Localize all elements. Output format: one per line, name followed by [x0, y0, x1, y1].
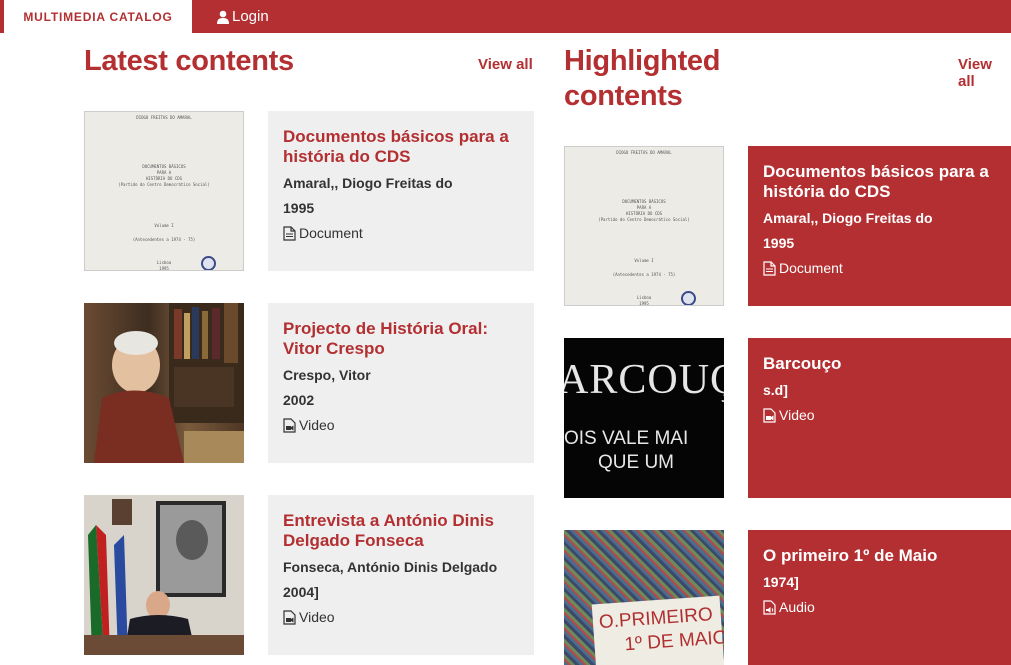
item-type: Audio: [763, 599, 996, 615]
login-label: Login: [232, 8, 269, 25]
item-year: 1995: [283, 200, 315, 216]
doc-cover-header: DIOGO FREITAS DO AMARAL: [136, 115, 192, 120]
item-type-label: Document: [779, 260, 843, 276]
banner-image: O.PRIMEIRO 1º DE MAIO: [591, 595, 724, 665]
doc-cover-year: 1995: [639, 301, 649, 306]
video-still-title: ARCOUÇ: [564, 357, 724, 403]
doc-cover-year: 1995: [159, 266, 169, 271]
latest-item-1-thumbnail[interactable]: DIOGO FREITAS DO AMARAL DOCUMENTOS BÁSIC…: [84, 111, 244, 271]
highlighted-view-all-link[interactable]: View all: [958, 56, 1011, 90]
doc-cover-title-1: DOCUMENTOS BÁSICOS: [622, 199, 666, 204]
item-type-label: Document: [299, 225, 363, 241]
item-type: Document: [283, 225, 519, 241]
item-type: Video: [283, 417, 519, 433]
item-type: Video: [283, 609, 519, 625]
login-link[interactable]: Login: [216, 0, 269, 33]
highlighted-contents-heading: Highlighted contents: [564, 44, 720, 114]
document-cover-image: DIOGO FREITAS DO AMARAL DOCUMENTOS BÁSIC…: [85, 112, 243, 270]
item-author: Amaral,, Diogo Freitas do: [763, 210, 933, 226]
document-cover-image: DIOGO FREITAS DO AMARAL DOCUMENTOS BÁSIC…: [565, 147, 723, 305]
item-author: Amaral,, Diogo Freitas do: [283, 175, 453, 191]
highlighted-item-3-thumbnail[interactable]: O.PRIMEIRO 1º DE MAIO: [564, 530, 724, 665]
highlighted-item-3-card[interactable]: O primeiro 1º de Maio 1974] Audio: [748, 530, 1011, 665]
item-type-label: Video: [299, 417, 335, 433]
latest-item-1-card[interactable]: Documentos básicos para a história do CD…: [268, 111, 534, 271]
doc-cover-title-3: HISTÓRIA DO CDS: [625, 211, 663, 216]
latest-item-2-card[interactable]: Projecto de História Oral: Vitor Crespo …: [268, 303, 534, 463]
document-icon: [763, 260, 776, 276]
doc-cover-title-2: PARA A: [636, 205, 652, 210]
item-type: Video: [763, 407, 996, 423]
latest-view-all-link[interactable]: View all: [478, 56, 533, 73]
latest-item-3-thumbnail[interactable]: [84, 495, 244, 655]
seal-icon: [681, 291, 696, 305]
doc-cover-place: Lisboa: [156, 260, 172, 265]
item-title[interactable]: Projecto de História Oral: Vitor Crespo: [283, 319, 519, 359]
video-file-icon: [283, 417, 296, 433]
doc-cover-title-1: DOCUMENTOS BÁSICOS: [142, 164, 186, 169]
doc-cover-header: DIOGO FREITAS DO AMARAL: [616, 150, 672, 155]
item-title[interactable]: Documentos básicos para a história do CD…: [283, 127, 519, 167]
item-title[interactable]: Entrevista a António Dinis Delgado Fonse…: [283, 511, 519, 551]
latest-item-2-thumbnail[interactable]: [84, 303, 244, 463]
highlighted-item-2-card[interactable]: Barcouço s.d] Video: [748, 338, 1011, 498]
video-still-caption-2: QUE UM: [598, 452, 674, 473]
doc-cover-title-3: HISTÓRIA DO CDS: [145, 176, 183, 181]
doc-cover-range: (Antecedentes a 1974 - 75): [612, 272, 676, 277]
latest-contents-heading: Latest contents: [84, 45, 294, 77]
document-icon: [283, 225, 296, 241]
item-type-label: Audio: [779, 599, 815, 615]
doc-cover-title-2: PARA A: [156, 170, 172, 175]
latest-item-3-card[interactable]: Entrevista a António Dinis Delgado Fonse…: [268, 495, 534, 655]
item-year: 1974]: [763, 574, 799, 590]
item-author: Crespo, Vitor: [283, 367, 371, 383]
highlighted-item-2-thumbnail[interactable]: ARCOUÇ OIS VALE MAI QUE UM: [564, 338, 724, 498]
video-still-image: [84, 495, 244, 655]
doc-cover-volume: Volume I: [154, 223, 174, 228]
item-title[interactable]: Documentos básicos para a história do CD…: [763, 162, 996, 202]
doc-cover-subtitle: (Partido do Centro Democrático Social): [598, 217, 690, 222]
video-still-image: [94, 303, 244, 463]
video-file-icon: [283, 609, 296, 625]
item-type-label: Video: [779, 407, 815, 423]
top-navbar: MULTIMEDIA CATALOG Login: [0, 0, 1011, 33]
highlighted-heading-line-1: Highlighted: [564, 45, 721, 77]
doc-cover-subtitle: (Partido do Centro Democrático Social): [118, 182, 210, 187]
item-title[interactable]: O primeiro 1º de Maio: [763, 546, 996, 566]
user-icon: [217, 10, 229, 24]
item-type-label: Video: [299, 609, 335, 625]
item-author: Fonseca, António Dinis Delgado: [283, 559, 498, 575]
highlighted-heading-line-2: contents: [564, 80, 683, 112]
doc-cover-volume: Volume I: [634, 258, 654, 263]
banner-text-2: 1º DE MAIO: [623, 627, 724, 656]
highlighted-item-1-thumbnail[interactable]: DIOGO FREITAS DO AMARAL DOCUMENTOS BÁSIC…: [564, 146, 724, 306]
item-year: 2002: [283, 392, 315, 408]
video-still-caption-1: OIS VALE MAI: [564, 428, 689, 449]
doc-cover-range: (Antecedentes a 1974 - 75): [132, 237, 196, 242]
highlighted-item-1-card[interactable]: Documentos básicos para a história do CD…: [748, 146, 1011, 306]
item-year: 2004]: [283, 584, 319, 600]
audio-file-icon: [763, 599, 776, 615]
brand-tab[interactable]: MULTIMEDIA CATALOG: [4, 0, 192, 33]
video-file-icon: [763, 407, 776, 423]
item-type: Document: [763, 260, 996, 276]
seal-icon: [201, 256, 216, 270]
doc-cover-place: Lisboa: [636, 295, 652, 300]
brand-label: MULTIMEDIA CATALOG: [23, 9, 173, 24]
item-year: 1995: [763, 235, 795, 251]
item-year: s.d]: [763, 382, 788, 398]
item-title[interactable]: Barcouço: [763, 354, 996, 374]
